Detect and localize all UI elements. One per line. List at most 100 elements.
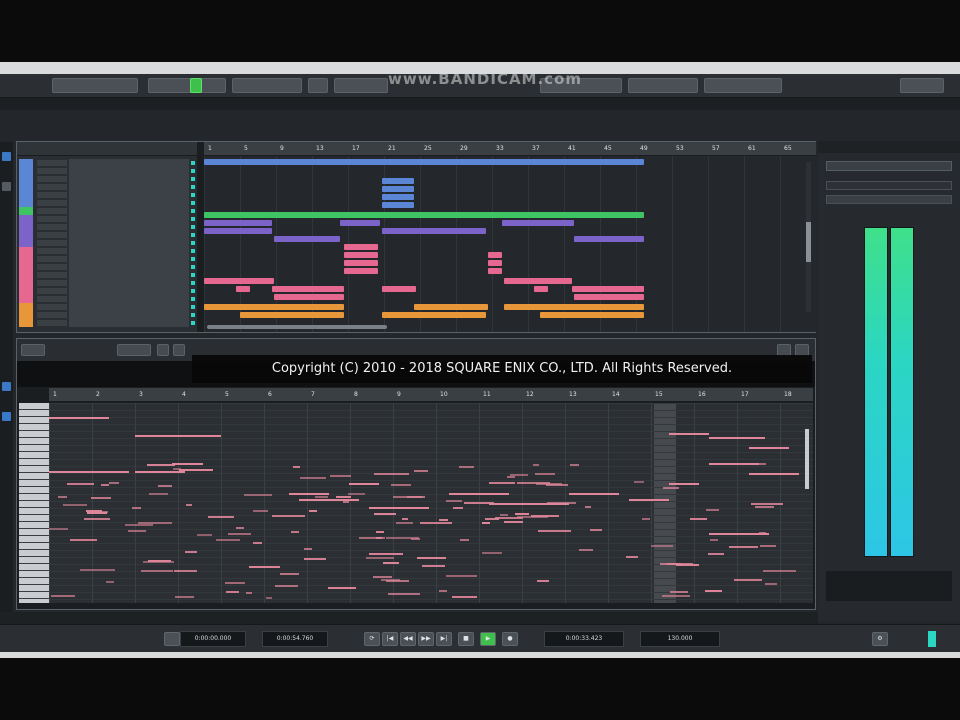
midi-part[interactable]: [236, 286, 250, 292]
midi-note[interactable]: [464, 502, 494, 504]
midi-note[interactable]: [504, 521, 523, 523]
midi-note[interactable]: [244, 494, 272, 496]
track-name-field[interactable]: [69, 271, 189, 279]
project-ruler[interactable]: 1 5 9 13 17 21 25 29 33 37 41 45 49 53 57 61 65: [204, 142, 816, 156]
midi-note[interactable]: [749, 473, 799, 475]
track-row[interactable]: [17, 311, 197, 319]
midi-note[interactable]: [315, 496, 328, 498]
midi-note[interactable]: [642, 518, 650, 520]
midi-note[interactable]: [236, 527, 244, 529]
midi-note[interactable]: [249, 566, 280, 568]
midi-part[interactable]: [204, 220, 272, 226]
midi-note[interactable]: [173, 468, 181, 470]
midi-note[interactable]: [141, 570, 173, 572]
track-name-field[interactable]: [69, 167, 189, 175]
midi-note[interactable]: [760, 545, 776, 547]
track-mute-solo[interactable]: [37, 224, 67, 230]
midi-note[interactable]: [533, 464, 539, 466]
midi-note[interactable]: [304, 558, 326, 560]
right-zone-tabs[interactable]: [818, 141, 960, 153]
track-name-field[interactable]: [69, 311, 189, 319]
midi-note[interactable]: [414, 470, 428, 472]
track-mute-solo[interactable]: [37, 264, 67, 270]
midi-note[interactable]: [690, 518, 707, 520]
midi-note[interactable]: [420, 522, 452, 524]
midi-note[interactable]: [453, 507, 463, 509]
midi-note[interactable]: [459, 466, 474, 468]
midi-note[interactable]: [579, 549, 593, 551]
midi-part[interactable]: [504, 304, 644, 310]
midi-part[interactable]: [382, 312, 486, 318]
midi-note[interactable]: [417, 557, 446, 559]
midi-note[interactable]: [172, 463, 203, 465]
track-mute-solo[interactable]: [37, 168, 67, 174]
track-mute-solo[interactable]: [37, 280, 67, 286]
forward-icon[interactable]: ▶▶: [418, 632, 434, 646]
midi-part[interactable]: [534, 286, 548, 292]
midi-part[interactable]: [488, 252, 502, 258]
track-name-field[interactable]: [69, 255, 189, 263]
track-row[interactable]: [17, 287, 197, 295]
midi-note[interactable]: [662, 595, 690, 597]
tempo-display[interactable]: 130.000: [640, 631, 720, 647]
midi-note[interactable]: [226, 591, 239, 593]
midi-note[interactable]: [101, 484, 109, 486]
midi-note[interactable]: [49, 417, 109, 419]
midi-note[interactable]: [402, 518, 408, 520]
midi-part[interactable]: [274, 294, 344, 300]
midi-part[interactable]: [574, 294, 644, 300]
midi-note[interactable]: [275, 585, 298, 587]
track-mute-solo[interactable]: [37, 192, 67, 198]
midi-part[interactable]: [494, 212, 500, 218]
track-row[interactable]: [17, 239, 197, 247]
midi-part[interactable]: [204, 159, 644, 165]
track-row[interactable]: [17, 183, 197, 191]
midi-note[interactable]: [709, 437, 765, 439]
midi-note[interactable]: [391, 484, 411, 486]
track-name-field[interactable]: [69, 159, 189, 167]
midi-note[interactable]: [272, 515, 305, 517]
note-grid[interactable]: [49, 403, 813, 603]
midi-note[interactable]: [280, 573, 299, 575]
midi-note[interactable]: [135, 471, 185, 473]
midi-note[interactable]: [49, 471, 129, 473]
midi-note[interactable]: [309, 510, 317, 512]
track-row[interactable]: [17, 263, 197, 271]
track-row[interactable]: [17, 231, 197, 239]
midi-note[interactable]: [634, 481, 644, 483]
midi-note[interactable]: [710, 539, 718, 541]
track-mute-solo[interactable]: [37, 232, 67, 238]
midi-note[interactable]: [388, 593, 420, 595]
midi-part[interactable]: [382, 194, 414, 200]
track-mute-solo[interactable]: [37, 208, 67, 214]
track-name-field[interactable]: [69, 191, 189, 199]
key-editor-ruler[interactable]: 1 2 3 4 5 6 7 8 9 10 11 12 13 14 15 16 17 18: [49, 388, 813, 402]
track-name-field[interactable]: [69, 223, 189, 231]
midi-note[interactable]: [304, 548, 312, 550]
toolbar-window-layout[interactable]: [900, 78, 944, 93]
midi-note[interactable]: [186, 504, 192, 506]
midi-note[interactable]: [225, 582, 245, 584]
pencil-icon[interactable]: [2, 412, 11, 421]
track-row[interactable]: [17, 247, 197, 255]
midi-part[interactable]: [204, 278, 274, 284]
midi-note[interactable]: [708, 553, 724, 555]
midi-note[interactable]: [289, 493, 329, 495]
midi-note[interactable]: [216, 539, 240, 541]
midi-part[interactable]: [502, 220, 574, 226]
track-mute-solo[interactable]: [37, 288, 67, 294]
track-mute-solo[interactable]: [37, 176, 67, 182]
midi-note[interactable]: [87, 512, 107, 514]
event-display[interactable]: 1 5 9 13 17 21 25 29 33 37 41 45 49 53 57 61 65: [204, 142, 816, 332]
midi-note[interactable]: [396, 522, 413, 524]
track-name-field[interactable]: [69, 287, 189, 295]
stop-icon[interactable]: ■: [458, 632, 474, 646]
midi-note[interactable]: [208, 516, 234, 518]
track-mute-solo[interactable]: [37, 184, 67, 190]
midi-note[interactable]: [253, 542, 262, 544]
midi-note[interactable]: [569, 493, 619, 495]
track-row[interactable]: [17, 223, 197, 231]
midi-part[interactable]: [344, 252, 378, 258]
midi-part[interactable]: [572, 286, 644, 292]
midi-note[interactable]: [626, 556, 638, 558]
